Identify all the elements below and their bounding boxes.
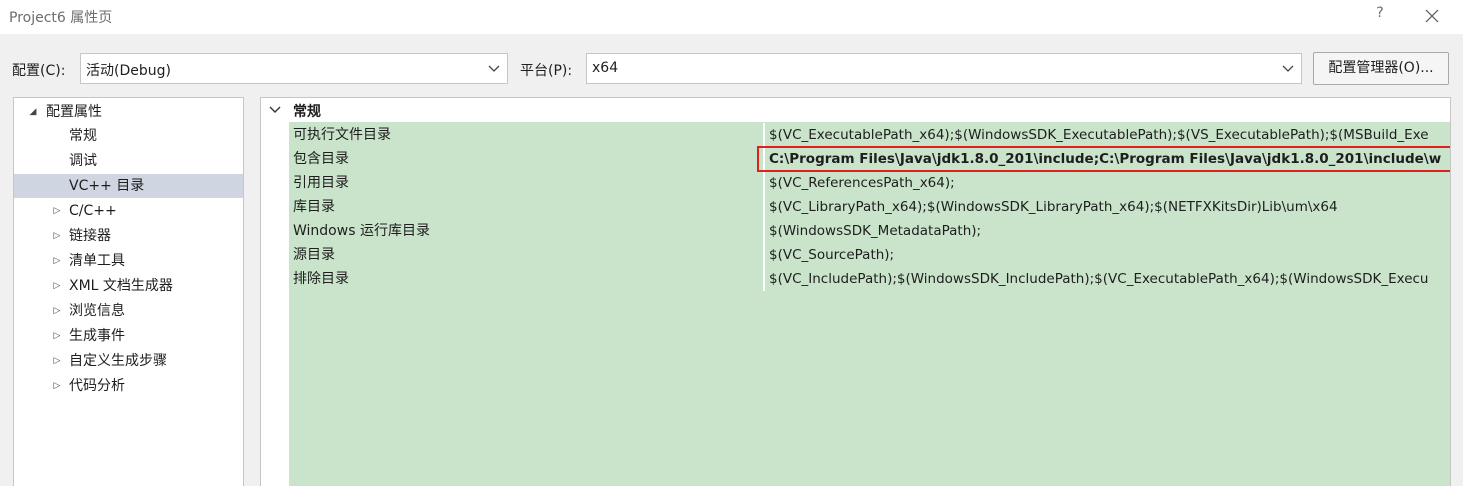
- config-dropdown-value: 活动(Debug): [86, 63, 171, 79]
- property-row-include-dirs[interactable]: 包含目录 C:\Program Files\Java\jdk1.8.0_201\…: [289, 147, 1450, 171]
- category-label: 常规: [293, 104, 321, 120]
- property-name: 源目录: [293, 247, 335, 263]
- tree-item-label: 自定义生成步骤: [69, 353, 167, 369]
- tree-group-linker[interactable]: ▷ 链接器: [50, 224, 240, 248]
- close-icon[interactable]: [1422, 6, 1442, 26]
- tree-item-label: 链接器: [69, 228, 111, 244]
- collapsed-triangle-icon[interactable]: ▷: [50, 324, 64, 348]
- property-name: 库目录: [293, 199, 335, 215]
- config-dropdown[interactable]: 活动(Debug): [80, 53, 508, 84]
- collapsed-triangle-icon[interactable]: ▷: [50, 224, 64, 248]
- property-row-executable-dirs[interactable]: 可执行文件目录 $(VC_ExecutablePath_x64);$(Windo…: [289, 123, 1450, 147]
- collapsed-triangle-icon[interactable]: ▷: [50, 349, 64, 373]
- tree-group-browse-info[interactable]: ▷ 浏览信息: [50, 299, 240, 323]
- tree-item-label: 代码分析: [69, 378, 125, 394]
- platform-label: 平台(P):: [520, 63, 573, 79]
- tree-group-xml-doc-generator[interactable]: ▷ XML 文档生成器: [50, 274, 240, 298]
- property-tree: ◢ 配置属性 常规 调试 VC++ 目录 ▷ C/C++ ▷ 链接器 ▷ 清单工…: [13, 97, 244, 486]
- tree-group-code-analysis[interactable]: ▷ 代码分析: [50, 374, 240, 398]
- collapsed-triangle-icon[interactable]: ▷: [50, 299, 64, 323]
- property-row-exclude-dirs[interactable]: 排除目录 $(VC_IncludePath);$(WindowsSDK_Incl…: [289, 267, 1450, 291]
- collapsed-triangle-icon[interactable]: ▷: [50, 374, 64, 398]
- property-name: 可执行文件目录: [293, 127, 391, 143]
- property-value[interactable]: C:\Program Files\Java\jdk1.8.0_201\inclu…: [765, 147, 1450, 171]
- tree-item-general[interactable]: 常规: [14, 124, 243, 148]
- property-value[interactable]: $(WindowsSDK_MetadataPath);: [765, 219, 1450, 243]
- tree-item-label: 生成事件: [69, 328, 125, 344]
- property-row-source-dirs[interactable]: 源目录 $(VC_SourcePath);: [289, 243, 1450, 267]
- config-manager-button[interactable]: 配置管理器(O)...: [1313, 52, 1449, 85]
- tree-item-label: C/C++: [69, 203, 117, 219]
- tree-group-manifest-tool[interactable]: ▷ 清单工具: [50, 249, 240, 273]
- grid-gutter: [261, 122, 289, 486]
- tree-group-build-events[interactable]: ▷ 生成事件: [50, 324, 240, 348]
- collapsed-triangle-icon[interactable]: ▷: [50, 249, 64, 273]
- property-value[interactable]: $(VC_SourcePath);: [765, 243, 1450, 267]
- property-value[interactable]: $(VC_ExecutablePath_x64);$(WindowsSDK_Ex…: [765, 123, 1450, 147]
- property-value[interactable]: $(VC_ReferencesPath_x64);: [765, 171, 1450, 195]
- tree-item-label: 调试: [69, 153, 97, 169]
- property-row-library-dirs[interactable]: 库目录 $(VC_LibraryPath_x64);$(WindowsSDK_L…: [289, 195, 1450, 219]
- collapsed-triangle-icon[interactable]: ▷: [50, 274, 64, 298]
- tree-item-label: 配置属性: [46, 104, 102, 120]
- property-value[interactable]: $(VC_IncludePath);$(WindowsSDK_IncludePa…: [765, 267, 1450, 291]
- config-label: 配置(C):: [12, 63, 66, 79]
- property-row-winrt-library-dirs[interactable]: Windows 运行库目录 $(WindowsSDK_MetadataPath)…: [289, 219, 1450, 243]
- property-name: 包含目录: [293, 151, 349, 167]
- property-name: Windows 运行库目录: [293, 223, 430, 239]
- property-name: 引用目录: [293, 175, 349, 191]
- tree-item-label: 浏览信息: [69, 303, 125, 319]
- tree-group-custom-build-step[interactable]: ▷ 自定义生成步骤: [50, 349, 240, 373]
- collapsed-triangle-icon[interactable]: ▷: [50, 199, 64, 223]
- chevron-down-icon[interactable]: [269, 104, 281, 116]
- help-button[interactable]: ?: [1372, 5, 1388, 25]
- tree-item-vc-directories[interactable]: VC++ 目录: [14, 174, 243, 198]
- platform-dropdown[interactable]: x64: [586, 53, 1302, 84]
- title-bar: Project6 属性页 ?: [0, 0, 1463, 34]
- chevron-down-icon: [1281, 62, 1295, 76]
- category-header-general[interactable]: 常规: [261, 98, 1450, 122]
- tree-item-label: 清单工具: [69, 253, 125, 269]
- tree-item-label: 常规: [69, 128, 97, 144]
- tree-item-label: VC++ 目录: [69, 178, 145, 194]
- tree-item-label: XML 文档生成器: [69, 278, 173, 294]
- property-grid: 常规 可执行文件目录 $(VC_ExecutablePath_x64);$(Wi…: [260, 97, 1451, 486]
- chevron-down-icon: [487, 62, 501, 76]
- tree-item-debugging[interactable]: 调试: [14, 149, 243, 173]
- platform-dropdown-value: x64: [592, 60, 619, 76]
- property-row-reference-dirs[interactable]: 引用目录 $(VC_ReferencesPath_x64);: [289, 171, 1450, 195]
- tree-group-c-cpp[interactable]: ▷ C/C++: [50, 199, 240, 223]
- property-value[interactable]: $(VC_LibraryPath_x64);$(WindowsSDK_Libra…: [765, 195, 1450, 219]
- tree-root-config-properties[interactable]: ◢ 配置属性: [26, 100, 242, 124]
- window-title: Project6 属性页: [9, 10, 113, 26]
- property-name: 排除目录: [293, 271, 349, 287]
- expanded-triangle-icon[interactable]: ◢: [26, 100, 40, 124]
